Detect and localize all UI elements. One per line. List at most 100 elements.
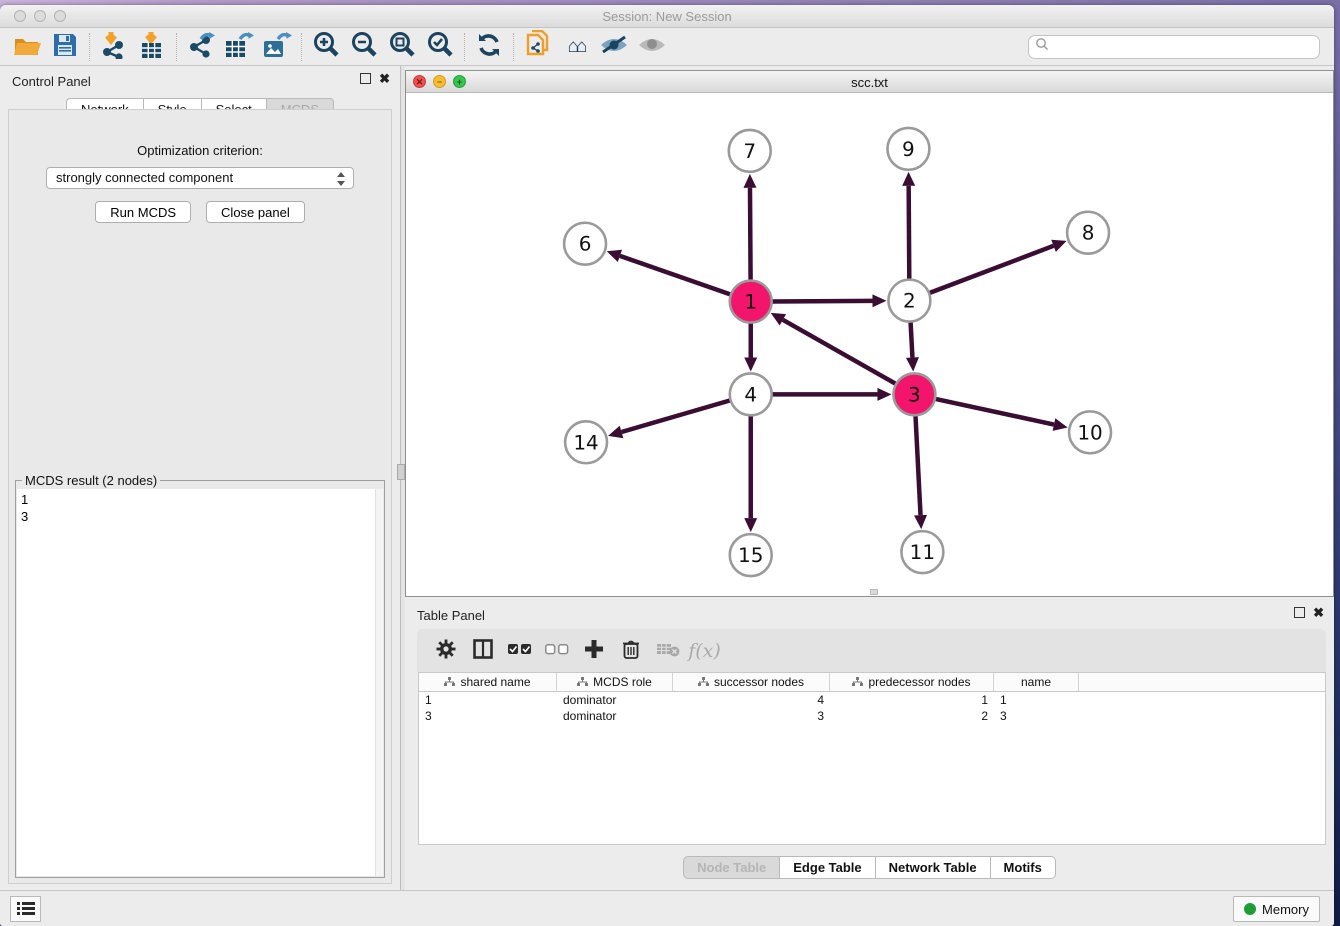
graph-edge-3-1[interactable] [783,320,896,384]
control-panel-title: Control Panel [12,74,91,89]
edge-arrowhead [877,388,891,401]
table-row[interactable]: 3dominator323 [419,708,1325,724]
tab-network-table[interactable]: Network Table [876,856,991,879]
result-scrollbar[interactable] [375,489,383,876]
tab-motifs[interactable]: Motifs [991,856,1056,879]
clone-network-icon [525,30,551,63]
search-input[interactable] [1053,40,1313,54]
zoom-in-button[interactable] [307,31,345,63]
graph-edge-1-2[interactable] [772,301,873,302]
table-settings-button[interactable] [427,636,464,666]
splitter-grip[interactable] [397,464,405,480]
table-cell[interactable]: 3 [419,708,557,724]
close-panel-button[interactable]: Close panel [206,201,305,223]
edge-arrowhead [872,294,886,307]
graph-edge-2-8[interactable] [929,246,1054,293]
show-all-button[interactable] [633,31,671,63]
column-header[interactable]: name [994,673,1079,691]
column-header[interactable]: successor nodes [673,673,830,691]
graph-node-label: 2 [903,289,916,313]
zoom-fit-button[interactable] [383,31,421,63]
table-cell[interactable]: 1 [994,692,1079,708]
memory-button[interactable]: Memory [1233,896,1320,922]
zoom-selected-icon [426,31,454,62]
import-network-icon [101,31,127,62]
network-graph[interactable]: 7968124314101511 [406,93,1333,596]
clone-network-button[interactable] [519,31,557,63]
column-header[interactable]: MCDS role [557,673,673,691]
graph-edge-1-7[interactable] [750,188,751,281]
memory-label: Memory [1262,902,1309,917]
graph-edge-1-6[interactable] [620,256,731,295]
column-header[interactable]: shared name [419,673,557,691]
zoom-selected-button[interactable] [421,31,459,63]
table-cell[interactable]: 3 [994,708,1079,724]
graph-edge-2-3[interactable] [911,322,913,358]
table-tabs: Node Table Edge Table Network Table Moti… [405,856,1334,879]
graph-edge-3-10[interactable] [935,399,1054,425]
table-cell[interactable]: 2 [830,708,994,724]
graph-node-label: 1 [744,290,757,314]
deselect-all-checkboxes-button[interactable] [538,636,575,666]
main-toolbar: ⌂⌂ [0,28,1334,66]
column-layout-icon [473,639,493,662]
float-panel-icon[interactable] [360,73,371,84]
optimization-criterion-label: Optimization criterion: [9,143,391,158]
eye-slash-icon [599,34,629,59]
table-cell[interactable]: 4 [673,692,830,708]
checked-boxes-icon [508,643,532,658]
toolbar-separator [89,33,90,61]
table-row[interactable]: 1dominator411 [419,692,1325,708]
graph-node-label: 3 [908,382,921,406]
table-body: 1dominator4113dominator323 [419,692,1325,724]
table-panel-title: Table Panel [417,608,485,623]
table-header-row: shared nameMCDS rolesuccessor nodesprede… [419,673,1325,692]
table-cell[interactable]: dominator [557,692,673,708]
table-cell[interactable]: dominator [557,708,673,724]
graph-node-label: 9 [902,137,915,161]
run-mcds-button[interactable]: Run MCDS [95,201,191,223]
close-table-panel-icon[interactable]: ✖ [1313,607,1324,618]
tab-node-table[interactable]: Node Table [683,856,780,879]
edge-arrowhead [744,518,757,532]
table-cell[interactable]: 1 [830,692,994,708]
export-table-button[interactable] [220,31,258,63]
column-layout-button[interactable] [464,636,501,666]
save-session-button[interactable] [46,31,84,63]
close-panel-icon[interactable]: ✖ [379,73,390,84]
export-network-button[interactable] [182,31,220,63]
network-view-titlebar[interactable]: ✕ − + scc.txt [406,71,1333,93]
delete-table-button[interactable] [649,636,686,666]
home-button[interactable]: ⌂⌂ [557,31,595,63]
function-fx-label: f(x) [688,640,721,662]
task-history-button[interactable] [10,896,41,922]
network-splitter-grip[interactable] [870,589,878,595]
graph-edge-4-14[interactable] [622,400,731,432]
edge-arrowhead [607,250,622,262]
column-header[interactable]: predecessor nodes [830,673,994,691]
function-builder-button[interactable]: f(x) [686,636,723,666]
network-canvas[interactable]: 7968124314101511 [406,93,1333,596]
mcds-result-text[interactable]: 1 3 [17,489,375,876]
graph-edge-3-11[interactable] [915,415,920,515]
refresh-layout-button[interactable] [470,31,508,63]
tab-edge-table[interactable]: Edge Table [780,856,875,879]
delete-column-button[interactable] [612,636,649,666]
graph-node-label: 14 [573,430,598,454]
memory-status-dot [1244,903,1256,915]
float-table-panel-icon[interactable] [1294,607,1305,618]
import-table-button[interactable] [133,31,171,63]
zoom-out-button[interactable] [345,31,383,63]
search-field[interactable] [1028,35,1320,59]
export-image-button[interactable] [258,31,296,63]
add-column-button[interactable] [575,636,612,666]
list-icon [17,901,35,918]
import-network-button[interactable] [95,31,133,63]
select-all-checkboxes-button[interactable] [501,636,538,666]
table-cell[interactable]: 1 [419,692,557,708]
hide-selected-button[interactable] [595,31,633,63]
optimization-criterion-select[interactable]: strongly connected component [46,167,354,189]
open-session-button[interactable] [8,31,46,63]
table-cell[interactable]: 3 [673,708,830,724]
graph-edge-2-9[interactable] [909,186,910,280]
